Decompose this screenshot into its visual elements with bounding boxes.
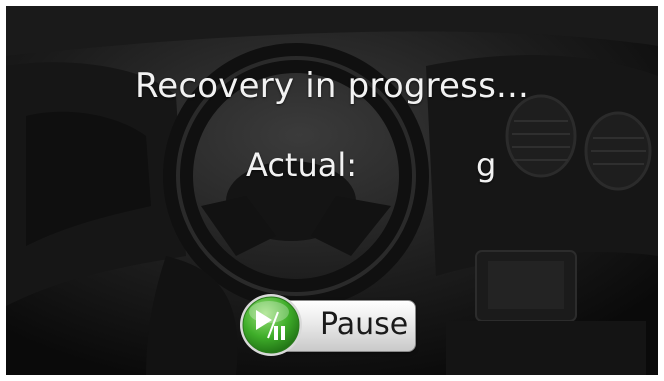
- pause-button[interactable]: Pause: [236, 292, 416, 358]
- recovery-status-text: Recovery in progress...: [134, 66, 530, 106]
- pause-button-label[interactable]: Pause: [320, 307, 408, 342]
- play-pause-icon[interactable]: [238, 292, 304, 358]
- actual-weight-label: Actual:: [246, 146, 358, 184]
- recovery-screen: Recovery in progress... Actual: g Pause: [6, 6, 658, 375]
- actual-weight-unit: g: [476, 146, 497, 184]
- app-frame: Recovery in progress... Actual: g Pause: [0, 0, 664, 381]
